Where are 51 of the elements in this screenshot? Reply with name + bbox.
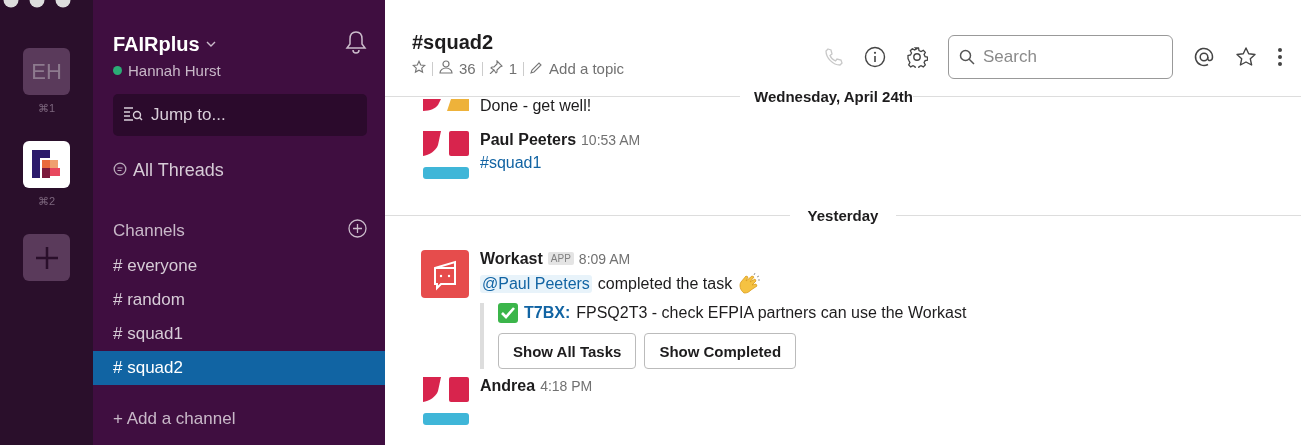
clapping-hands-icon: [738, 273, 763, 295]
channel-item[interactable]: # everyone: [93, 249, 385, 283]
avatar-icon: [421, 131, 469, 179]
check-icon: [498, 303, 518, 323]
all-threads-link[interactable]: All Threads: [93, 136, 385, 181]
channel-item[interactable]: # squad2: [93, 351, 385, 385]
task-link[interactable]: T7BX:: [524, 304, 571, 322]
jump-to-field[interactable]: Jump to...: [113, 94, 367, 136]
star-icon[interactable]: [1235, 46, 1257, 68]
search-field[interactable]: Search: [948, 35, 1173, 79]
info-icon[interactable]: [864, 46, 886, 68]
channel-item[interactable]: # squad1: [93, 317, 385, 351]
author-name[interactable]: Paul Peeters: [480, 131, 577, 148]
person-icon: [439, 60, 453, 77]
workspace-button[interactable]: [23, 141, 70, 188]
timestamp[interactable]: 8:09 AM: [578, 251, 631, 267]
author-name[interactable]: Workast: [480, 250, 543, 267]
shortcut-label: ⌘2: [37, 195, 56, 208]
avatar-icon: [421, 99, 469, 111]
add-topic-link[interactable]: Add a topic: [549, 60, 625, 77]
add-channel-link[interactable]: + Add a channel: [93, 385, 385, 429]
section-heading: Channels: [113, 221, 185, 241]
action-button[interactable]: Show Completed: [644, 333, 797, 369]
task-text: FPSQ2T3 - check EFPIA partners can use the Workast: [576, 304, 967, 322]
chevron-down-icon: [205, 40, 216, 48]
author-name[interactable]: Andrea: [480, 377, 536, 394]
mention-icon[interactable]: [1193, 46, 1215, 68]
timestamp[interactable]: 10:53 AM: [581, 132, 641, 148]
more-icon[interactable]: [1277, 46, 1283, 68]
pencil-icon: [530, 60, 544, 77]
date-divider: Yesterday: [806, 207, 880, 224]
channel-item[interactable]: # random: [93, 283, 385, 317]
pin-count[interactable]: 1: [508, 60, 518, 77]
channel-title: #squad2: [412, 31, 495, 54]
message-text: completed the task: [597, 275, 733, 293]
avatar-icon: [421, 250, 469, 298]
shortcut-label: ⌘1: [37, 102, 56, 115]
search-icon: [959, 49, 975, 65]
timestamp[interactable]: 4:18 PM: [540, 378, 593, 394]
message-text: Done - get well!: [480, 97, 592, 115]
user-name: Hannah Hurst: [128, 62, 221, 79]
app-badge: APP: [547, 252, 574, 265]
plus-icon: [33, 244, 60, 271]
channel-link[interactable]: #squad1: [480, 154, 641, 172]
member-count[interactable]: 36: [459, 60, 476, 77]
settings-icon[interactable]: [906, 46, 928, 68]
pin-icon: [488, 60, 503, 77]
action-button[interactable]: Show All Tasks: [498, 333, 637, 369]
workspace-name[interactable]: FAIRplus: [113, 30, 216, 58]
avatar-icon: [421, 377, 469, 425]
mention-link[interactable]: @Paul Peeters: [480, 275, 592, 293]
